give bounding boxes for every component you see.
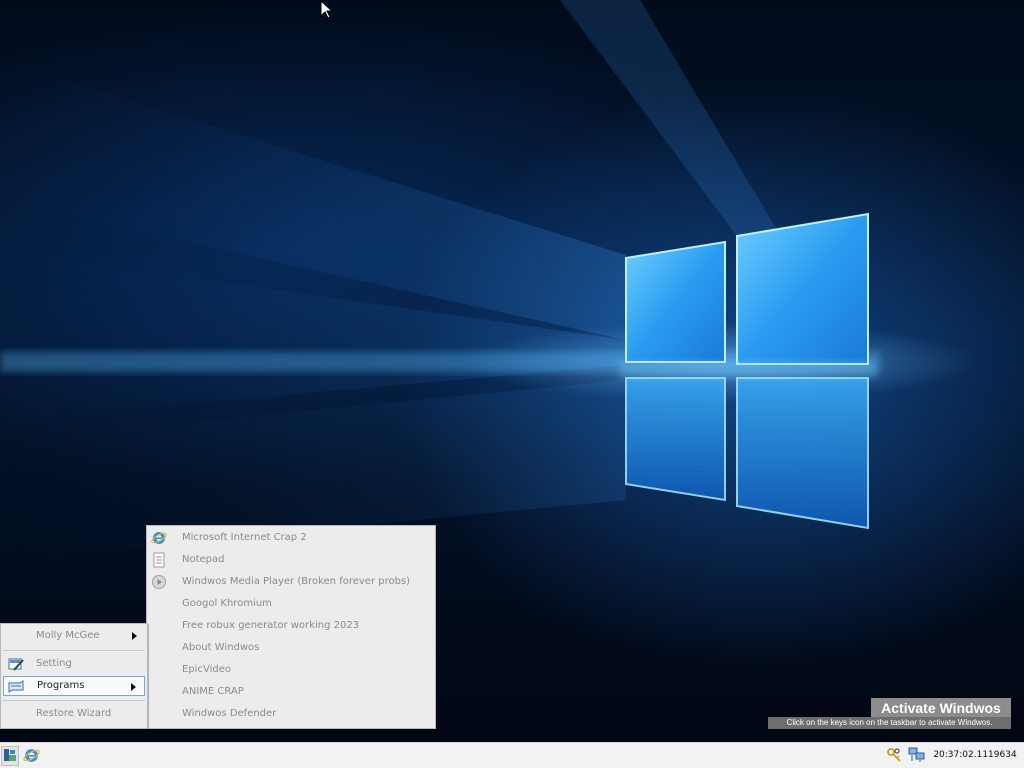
program-item-internet-crap[interactable]: Microsoft Internet Crap 2 — [147, 527, 435, 549]
programs-menu-item[interactable]: Programs — [3, 676, 145, 696]
taskbar-clock: 20:37:02.1119634 — [933, 750, 1017, 760]
setting-menu-item[interactable]: Setting — [3, 654, 145, 674]
programs-folder-icon — [8, 680, 24, 693]
program-item-anime-crap[interactable]: ANIME CRAP — [147, 681, 435, 703]
program-label: ANIME CRAP — [182, 686, 244, 697]
taskbar: 20:37:02.1119634 — [0, 742, 1024, 768]
mouse-cursor-icon — [320, 0, 334, 19]
program-label: Windwos Media Player (Broken forever pro… — [182, 576, 411, 587]
network-tray-icon[interactable] — [908, 747, 926, 763]
programs-submenu: Microsoft Internet Crap 2 Notepad Windwo… — [146, 525, 436, 729]
program-item-free-robux[interactable]: Free robux generator working 2023 — [147, 615, 435, 637]
start-button-icon[interactable] — [1, 746, 19, 766]
user-menu-item[interactable]: Molly McGee — [3, 626, 145, 646]
menu-separator — [3, 650, 145, 651]
program-label: Microsoft Internet Crap 2 — [182, 532, 307, 543]
program-item-notepad[interactable]: Notepad — [147, 549, 435, 571]
chevron-right-icon — [131, 683, 136, 691]
program-item-windwos-defender[interactable]: Windwos Defender — [147, 703, 435, 725]
user-name: Molly McGee — [36, 630, 100, 641]
activation-watermark-message: Click on the keys icon on the taskbar to… — [768, 717, 1011, 729]
media-player-icon — [152, 575, 166, 589]
settings-icon — [8, 658, 24, 671]
activation-watermark-title: Activate Windwos — [871, 698, 1011, 718]
programs-label: Programs — [37, 680, 85, 691]
start-menu: Molly McGee Setting Programs Restore Wiz… — [0, 623, 148, 729]
program-item-about-windwos[interactable]: About Windwos — [147, 637, 435, 659]
notepad-icon — [153, 552, 165, 568]
keys-tray-icon[interactable] — [886, 747, 902, 763]
setting-label: Setting — [36, 658, 72, 669]
restore-label: Restore Wizard — [36, 708, 112, 719]
program-item-epicvideo[interactable]: EpicVideo — [147, 659, 435, 681]
program-label: Free robux generator working 2023 — [182, 620, 360, 631]
menu-separator — [3, 700, 145, 701]
restore-wizard-menu-item[interactable]: Restore Wizard — [3, 704, 145, 724]
program-item-media-player[interactable]: Windwos Media Player (Broken forever pro… — [147, 571, 435, 593]
program-label: Windwos Defender — [182, 708, 277, 719]
program-label: About Windwos — [182, 642, 260, 653]
program-item-googol-khromium[interactable]: Googol Khromium — [147, 593, 435, 615]
internet-explorer-icon — [151, 532, 167, 544]
program-label: EpicVideo — [182, 664, 231, 675]
program-label: Notepad — [182, 554, 225, 565]
program-label: Googol Khromium — [182, 598, 272, 609]
internet-explorer-taskbar-icon[interactable] — [23, 747, 40, 764]
chevron-right-icon — [132, 632, 137, 640]
